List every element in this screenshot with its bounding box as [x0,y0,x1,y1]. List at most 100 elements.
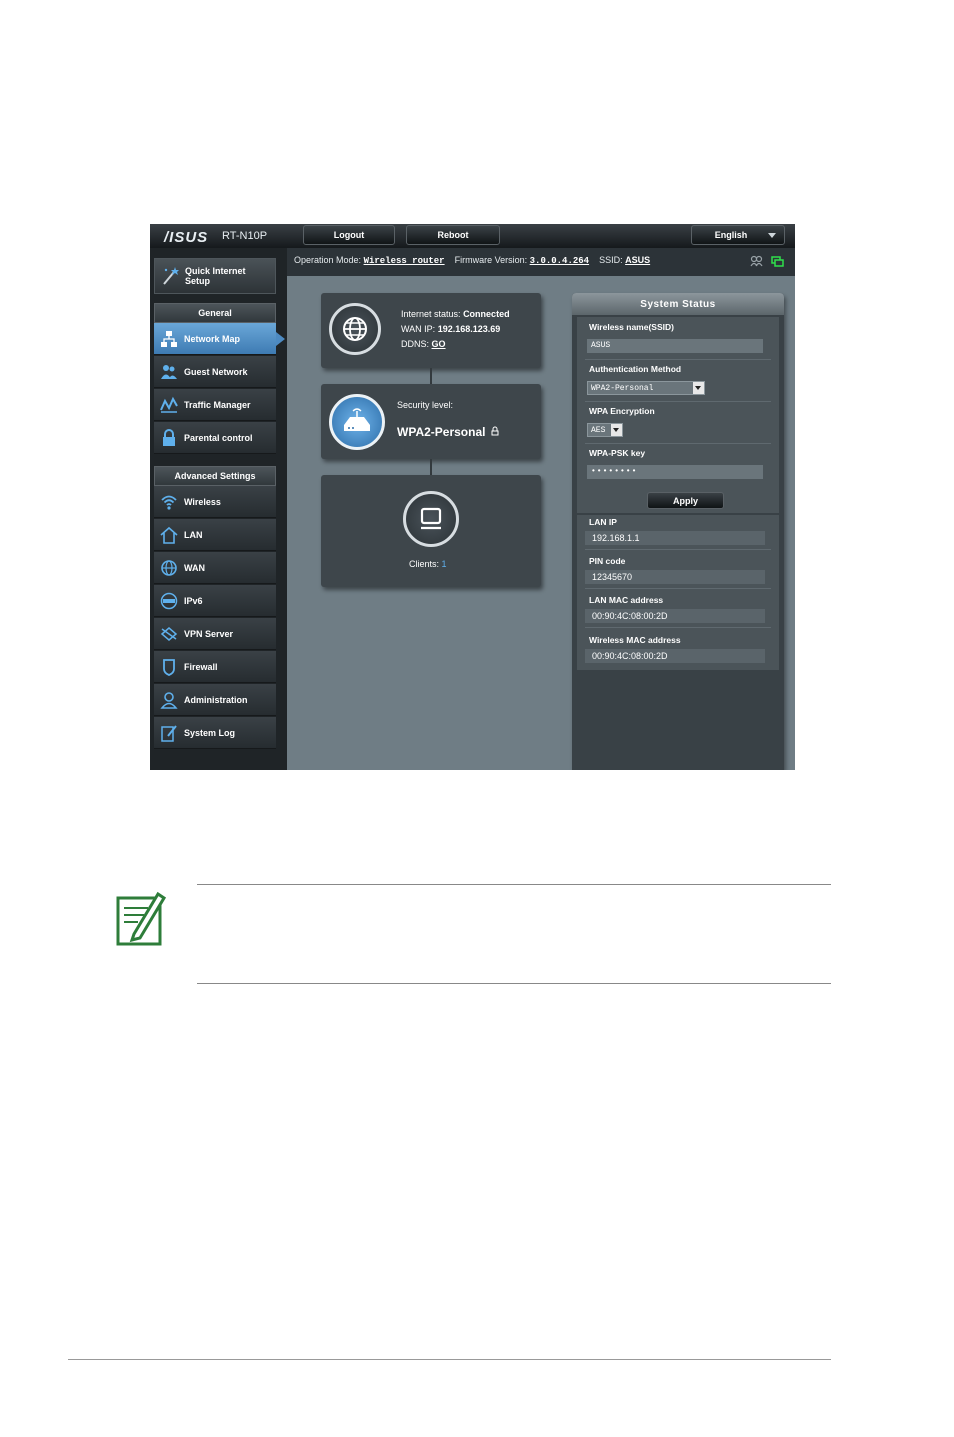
ddns-label: DDNS: [401,339,430,349]
security-value-text: WPA2-Personal [397,425,486,439]
sidebar-item-label: WAN [184,563,205,573]
language-select[interactable]: English [691,225,785,245]
divider [585,359,771,360]
divider [585,401,771,402]
vpn-icon [160,627,178,641]
divider [585,588,771,589]
apply-button[interactable]: Apply [647,492,724,509]
wpa-encryption-select[interactable]: AES [587,423,623,437]
quick-setup-label: Quick Internet Setup [185,266,246,286]
auth-method-select[interactable]: WPA2-Personal [587,381,705,395]
wireless-mac-value: 00:90:4C:08:00:2D [585,649,765,663]
wpa-psk-input[interactable]: •••••••• [587,465,763,479]
monitor-icon [420,507,442,530]
sidebar-item-label: Network Map [184,334,241,344]
op-mode-link[interactable]: Wireless router [364,256,445,266]
footer-rule [68,1359,831,1360]
chevron-down-icon [693,382,704,394]
sidebar-item-label: Guest Network [184,367,248,377]
globe-icon [343,317,367,341]
clients-value[interactable]: 1 [442,559,447,569]
wireless-mac-label: Wireless MAC address [589,635,681,645]
sidebar-item-label: IPv6 [184,596,203,606]
reboot-button[interactable]: Reboot [406,225,500,245]
sidebar-item-label: LAN [184,530,203,540]
wpa-psk-label: WPA-PSK key [589,448,646,458]
status-icons [750,254,784,272]
internet-status-label: Internet status: [401,309,461,319]
system-status-panel: System Status Wireless name(SSID) ASUS A… [572,293,784,770]
sidebar-item-vpn-server[interactable]: VPN Server [154,618,276,650]
clients-card[interactable]: Clients: 1 [321,475,541,587]
network-map-panel: Internet status: Connected WAN IP: 192.1… [287,276,795,770]
status-line: Operation Mode: Wireless router Firmware… [294,255,650,266]
shield-icon [163,659,175,676]
divider [585,549,771,550]
divider [585,443,771,444]
clients-button[interactable] [403,491,459,547]
sidebar-item-system-log[interactable]: System Log [154,717,276,749]
sidebar-item-firewall[interactable]: Firewall [154,651,276,683]
wifi-icon [161,495,177,510]
sidebar-item-label: Traffic Manager [184,400,251,410]
language-label: English [714,230,748,240]
clients-label: Clients: [409,559,440,569]
quick-setup-line2: Setup [185,276,211,286]
ddns-go-link[interactable]: GO [432,339,446,349]
sidebar-item-ipv6[interactable]: IPv6 [154,585,276,617]
network-map-icon [161,331,177,347]
wan-ip-label: WAN IP: [401,324,436,334]
sidebar-item-parental-control[interactable]: Parental control [154,422,276,454]
log-icon [161,725,177,742]
sidebar-item-wireless[interactable]: Wireless [154,486,276,518]
ipv6-icon [160,592,178,610]
clients-count: Clients: 1 [409,557,447,572]
sidebar-item-traffic-manager[interactable]: Traffic Manager [154,389,276,421]
firmware-link[interactable]: 3.0.0.4.264 [530,256,589,266]
security-level-label: Security level: [397,400,454,410]
lock-icon [491,426,499,436]
guest-network-icon [161,365,177,379]
router-security-card[interactable]: Security level: WPA2-Personal [321,384,541,459]
sidebar-item-administration[interactable]: Administration [154,684,276,716]
lan-ip-label: LAN IP [589,517,617,527]
sidebar-item-guest-network[interactable]: Guest Network [154,356,276,388]
home-icon [160,526,178,544]
lan-ip-value: 192.168.1.1 [585,531,765,545]
top-bar: /ISUS RT-N10P Logout Reboot English [150,224,795,248]
divider [585,627,771,628]
system-status-title: System Status [572,293,784,315]
internet-status-card[interactable]: Internet status: Connected WAN IP: 192.1… [321,293,541,368]
internet-status-text: Internet status: Connected WAN IP: 192.1… [401,307,510,352]
admin-icon [160,692,178,709]
sidebar-item-wan[interactable]: WAN [154,552,276,584]
wpa-encryption-label: WPA Encryption [589,406,655,416]
model-name: RT-N10P [222,230,268,242]
firmware-label: Firmware Version: [454,255,528,265]
sidebar-item-network-map[interactable]: Network Map [154,323,285,355]
sidebar: Quick Internet Setup General Network Map… [150,248,287,770]
quick-internet-setup-button[interactable]: Quick Internet Setup [154,258,276,294]
internet-status-value: Connected [463,309,510,319]
sidebar-item-lan[interactable]: LAN [154,519,276,551]
internet-globe-button[interactable] [329,303,381,355]
note-bottom-rule [197,983,831,984]
system-status-body: Wireless name(SSID) ASUS Authentication … [577,317,779,670]
auth-method-label: Authentication Method [589,364,682,374]
connector-line [430,368,432,384]
auth-method-value: WPA2-Personal [591,384,654,393]
globe-icon [161,560,177,576]
connector-line [430,459,432,475]
chevron-down-icon [768,233,776,238]
router-button[interactable] [329,394,385,450]
asus-logo: /ISUS [164,229,209,246]
router-icon [344,408,370,431]
logout-button[interactable]: Logout [303,225,395,245]
wan-ip-value: 192.168.123.69 [437,324,501,334]
usb-status-icon[interactable] [750,255,784,267]
sidebar-item-label: Wireless [184,497,221,507]
ssid-link[interactable]: ASUS [625,255,650,265]
note-pencil-icon [116,891,166,946]
op-mode-label: Operation Mode: [294,255,362,265]
ssid-input[interactable]: ASUS [587,339,763,353]
